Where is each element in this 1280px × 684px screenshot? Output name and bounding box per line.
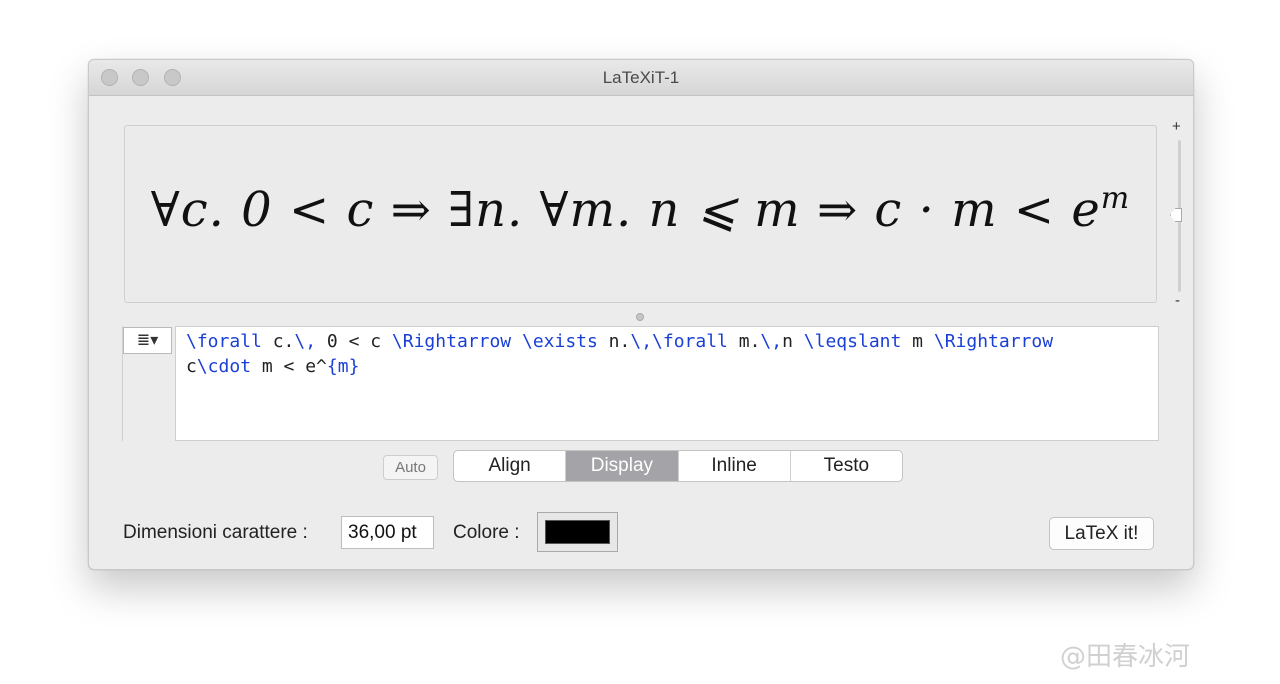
- rendered-formula: ∀c. 0 < c ⇒ ∃n. ∀m. n ⩽ m ⇒ c · m < em: [150, 181, 1131, 238]
- zoom-out-label: -: [1175, 292, 1180, 309]
- font-size-field[interactable]: 36,00 pt: [341, 516, 434, 549]
- latex-command-token: \Rightarrow: [391, 331, 512, 352]
- split-view-handle[interactable]: [636, 313, 644, 321]
- latexit-window: LaTeXiT-1 ∀c. 0 < c ⇒ ∃n. ∀m. n ⩽ m ⇒ c …: [88, 59, 1194, 570]
- latex-command-token: \leqslant: [803, 331, 902, 352]
- mode-display[interactable]: Display: [566, 451, 679, 481]
- source-line-2: c\cdot m < e^{m}: [186, 354, 1158, 379]
- mode-testo[interactable]: Testo: [791, 451, 902, 481]
- latex-command-token: \exists: [521, 331, 598, 352]
- zoom-slider-thumb[interactable]: [1170, 208, 1182, 222]
- latex-source-editor[interactable]: \forall c.\, 0 < c \Rightarrow \exists n…: [175, 326, 1159, 441]
- color-swatch: [545, 520, 610, 544]
- latex-command-token: \,: [294, 331, 317, 352]
- watermark: @田春冰河: [1060, 642, 1191, 672]
- latex-text-token: [511, 331, 522, 352]
- color-label: Colore :: [453, 522, 520, 543]
- formula-preview[interactable]: ∀c. 0 < c ⇒ ∃n. ∀m. n ⩽ m ⇒ c · m < em: [124, 125, 1157, 303]
- zoom-in-label: +: [1172, 118, 1181, 135]
- mode-align[interactable]: Align: [454, 451, 567, 481]
- font-size-label: Dimensioni carattere :: [123, 522, 308, 543]
- latex-text-token: c.: [261, 331, 295, 352]
- auto-mode-button[interactable]: Auto: [383, 455, 438, 480]
- window-title: LaTeXiT-1: [602, 68, 680, 87]
- latex-text-token: n.: [597, 331, 631, 352]
- latex-text-token: m.: [727, 331, 761, 352]
- title-bar: LaTeXiT-1: [89, 60, 1193, 96]
- latex-it-button[interactable]: LaTeX it!: [1049, 517, 1154, 550]
- source-line-1: \forall c.\, 0 < c \Rightarrow \exists n…: [186, 329, 1158, 354]
- latex-command-token: \,: [760, 331, 783, 352]
- color-well[interactable]: [537, 512, 618, 552]
- editor-menu-icon[interactable]: ≣▾: [123, 327, 172, 354]
- latex-command-token: {m}: [326, 356, 360, 377]
- latex-text-token: c: [186, 356, 197, 377]
- latex-command-token: \forall: [186, 331, 262, 352]
- mode-inline[interactable]: Inline: [679, 451, 791, 481]
- latex-text-token: 0 < c: [316, 331, 392, 352]
- latex-text-token: n: [782, 331, 804, 352]
- latex-text-token: m < e^: [251, 356, 327, 377]
- latex-command-token: \Rightarrow: [933, 331, 1054, 352]
- latex-text-token: m: [901, 331, 934, 352]
- mode-segmented-control[interactable]: Align Display Inline Testo: [453, 450, 903, 482]
- latex-command-token: \,\forall: [630, 331, 728, 352]
- latex-command-token: \cdot: [196, 356, 252, 377]
